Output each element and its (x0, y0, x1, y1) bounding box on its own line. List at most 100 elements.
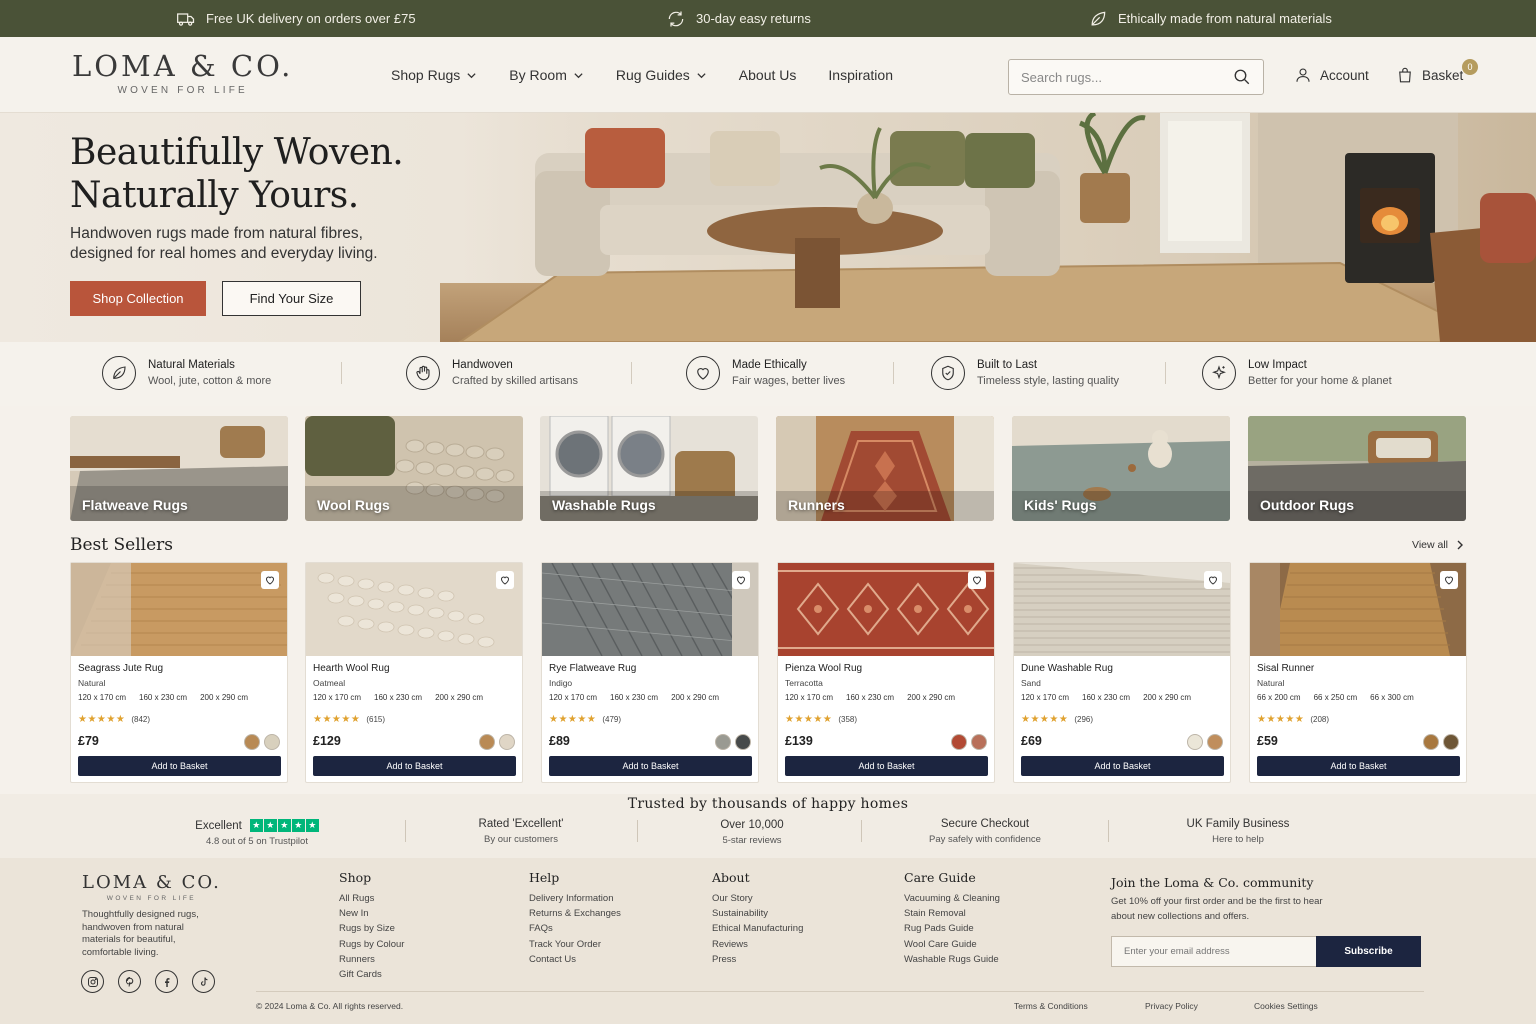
footer-link[interactable]: Rugs by Colour (339, 937, 404, 952)
size-option[interactable]: 120 x 170 cm (1021, 693, 1069, 702)
add-to-basket-button[interactable]: Add to Basket (1021, 756, 1224, 776)
footer-link[interactable]: Reviews (712, 937, 803, 952)
footer-link[interactable]: Sustainability (712, 906, 803, 921)
product-card[interactable]: Seagrass Jute Rug Natural 120 x 170 cm 160 … (70, 562, 288, 783)
nav-rug-guides[interactable]: Rug Guides (616, 67, 707, 83)
size-option[interactable]: 66 x 300 cm (1370, 693, 1414, 702)
size-option[interactable]: 200 x 290 cm (1143, 693, 1191, 702)
product-image[interactable] (1250, 563, 1466, 656)
add-to-basket-button[interactable]: Add to Basket (313, 756, 516, 776)
footer-link[interactable]: Delivery Information (529, 891, 621, 906)
facebook-link[interactable] (155, 970, 178, 993)
colour-swatch[interactable] (499, 734, 515, 750)
size-option[interactable]: 160 x 230 cm (610, 693, 658, 702)
colour-swatch[interactable] (264, 734, 280, 750)
shop-collection-button[interactable]: Shop Collection (70, 281, 206, 316)
product-name[interactable]: Sisal Runner (1257, 663, 1314, 674)
colour-swatch[interactable] (1207, 734, 1223, 750)
size-option[interactable]: 66 x 200 cm (1257, 693, 1301, 702)
footer-link[interactable]: All Rugs (339, 891, 404, 906)
product-name[interactable]: Pienza Wool Rug (785, 663, 862, 674)
size-option[interactable]: 200 x 290 cm (671, 693, 719, 702)
newsletter-email-input[interactable] (1111, 936, 1317, 967)
basket-link[interactable]: Basket (1396, 37, 1463, 113)
product-card[interactable]: Pienza Wool Rug Terracotta 120 x 170 cm 160… (777, 562, 995, 783)
footer-link[interactable]: Our Story (712, 891, 803, 906)
nav-by-room[interactable]: By Room (509, 67, 584, 83)
footer-link[interactable]: FAQs (529, 921, 621, 936)
wishlist-button[interactable] (1440, 571, 1458, 589)
size-option[interactable]: 160 x 230 cm (139, 693, 187, 702)
product-card[interactable]: Dune Washable Rug Sand 120 x 170 cm 160 x 2… (1013, 562, 1231, 783)
category-wool-rugs[interactable]: Wool Rugs (305, 416, 523, 521)
category-outdoor-rugs[interactable]: Outdoor Rugs (1248, 416, 1466, 521)
nav-about-us[interactable]: About Us (739, 67, 797, 83)
view-all-link[interactable]: View all (1412, 539, 1464, 551)
size-option[interactable]: 120 x 170 cm (78, 693, 126, 702)
find-your-size-button[interactable]: Find Your Size (222, 281, 361, 316)
footer-link[interactable]: Rugs by Size (339, 921, 404, 936)
product-image[interactable] (71, 563, 287, 656)
footer-link[interactable]: New In (339, 906, 404, 921)
footer-link[interactable]: Washable Rugs Guide (904, 952, 1000, 967)
size-option[interactable]: 66 x 250 cm (1314, 693, 1358, 702)
colour-swatch[interactable] (951, 734, 967, 750)
instagram-link[interactable] (81, 970, 104, 993)
add-to-basket-button[interactable]: Add to Basket (785, 756, 988, 776)
colour-swatch[interactable] (735, 734, 751, 750)
product-card[interactable]: Hearth Wool Rug Oatmeal 120 x 170 cm 160 x … (305, 562, 523, 783)
trustpilot-widget[interactable]: Excellent ★ ★ ★ ★ ★ 4.8 out of 5 on Trustpil… (172, 819, 342, 847)
footer-link[interactable]: Ethical Manufacturing (712, 921, 803, 936)
wishlist-button[interactable] (261, 571, 279, 589)
colour-swatch[interactable] (1443, 734, 1459, 750)
footer-link[interactable]: Stain Removal (904, 906, 1000, 921)
size-option[interactable]: 160 x 230 cm (374, 693, 422, 702)
product-name[interactable]: Hearth Wool Rug (313, 663, 390, 674)
footer-link[interactable]: Vacuuming & Cleaning (904, 891, 1000, 906)
search-icon[interactable] (1233, 68, 1251, 86)
footer-link[interactable]: Returns & Exchanges (529, 906, 621, 921)
terms-link[interactable]: Terms & Conditions (1014, 1001, 1088, 1011)
pinterest-link[interactable] (118, 970, 141, 993)
wishlist-button[interactable] (732, 571, 750, 589)
colour-swatch[interactable] (715, 734, 731, 750)
colour-swatch[interactable] (971, 734, 987, 750)
product-image[interactable] (542, 563, 758, 656)
size-option[interactable]: 160 x 230 cm (846, 693, 894, 702)
footer-link[interactable]: Rug Pads Guide (904, 921, 1000, 936)
add-to-basket-button[interactable]: Add to Basket (1257, 756, 1460, 776)
footer-logo[interactable]: LOMA & CO. WOVEN FOR LIFE (82, 872, 221, 902)
product-name[interactable]: Rye Flatweave Rug (549, 663, 636, 674)
product-card[interactable]: Sisal Runner Natural 66 x 200 cm 66 x 250 c… (1249, 562, 1467, 783)
category-washable-rugs[interactable]: Washable Rugs (540, 416, 758, 521)
colour-swatch[interactable] (1423, 734, 1439, 750)
footer-link[interactable]: Runners (339, 952, 404, 967)
account-link[interactable]: Account (1294, 37, 1369, 113)
product-name[interactable]: Seagrass Jute Rug (78, 663, 163, 674)
product-card[interactable]: Rye Flatweave Rug Indigo 120 x 170 cm 160 x… (541, 562, 759, 783)
size-option[interactable]: 200 x 290 cm (200, 693, 248, 702)
footer-link[interactable]: Wool Care Guide (904, 937, 1000, 952)
size-option[interactable]: 160 x 230 cm (1082, 693, 1130, 702)
colour-swatch[interactable] (1187, 734, 1203, 750)
wishlist-button[interactable] (496, 571, 514, 589)
product-image[interactable] (1014, 563, 1230, 656)
add-to-basket-button[interactable]: Add to Basket (549, 756, 752, 776)
brand-logo[interactable]: LOMA & CO. WOVEN FOR LIFE (72, 49, 293, 96)
search-input[interactable] (1021, 69, 1233, 85)
colour-swatch[interactable] (244, 734, 260, 750)
subscribe-button[interactable]: Subscribe (1316, 936, 1421, 967)
nav-shop-rugs[interactable]: Shop Rugs (391, 67, 477, 83)
product-name[interactable]: Dune Washable Rug (1021, 663, 1113, 674)
nav-inspiration[interactable]: Inspiration (828, 67, 893, 83)
tiktok-link[interactable] (192, 970, 215, 993)
size-option[interactable]: 120 x 170 cm (785, 693, 833, 702)
add-to-basket-button[interactable]: Add to Basket (78, 756, 281, 776)
size-option[interactable]: 200 x 290 cm (435, 693, 483, 702)
category-kids-rugs[interactable]: Kids' Rugs (1012, 416, 1230, 521)
category-runners[interactable]: Runners (776, 416, 994, 521)
product-image[interactable] (306, 563, 522, 656)
colour-swatch[interactable] (479, 734, 495, 750)
footer-link[interactable]: Press (712, 952, 803, 967)
product-image[interactable] (778, 563, 994, 656)
